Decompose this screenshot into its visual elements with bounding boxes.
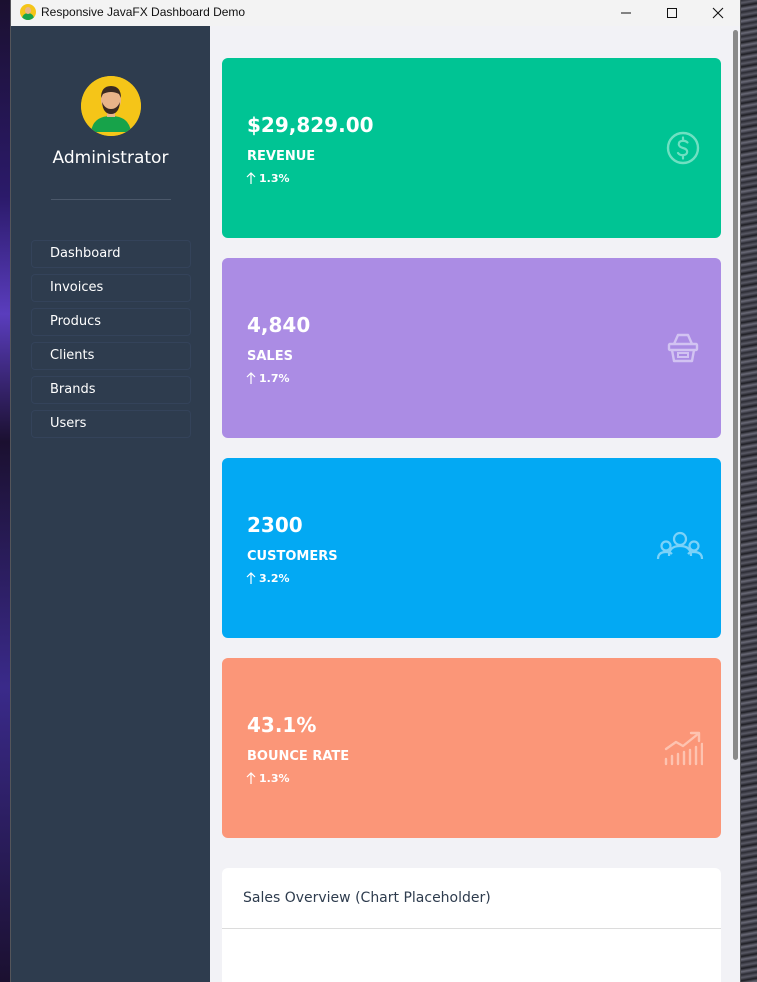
sales-change: 1.7% — [246, 372, 290, 385]
arrow-up-icon — [246, 372, 256, 384]
revenue-change: 1.3% — [246, 172, 290, 185]
close-icon — [712, 7, 724, 19]
bounce-rate-card[interactable]: 43.1% BOUNCE RATE 1.3% — [222, 658, 721, 838]
revenue-value: $29,829.00 — [247, 113, 374, 137]
arrow-up-icon — [246, 572, 256, 584]
scrollbar-thumb[interactable] — [733, 30, 738, 760]
bounce-rate-change: 1.3% — [246, 772, 290, 785]
panel-divider — [222, 928, 721, 929]
sales-card[interactable]: 4,840 SALES 1.7% — [222, 258, 721, 438]
maximize-button[interactable] — [649, 0, 695, 26]
main-content: $29,829.00 REVENUE 1.3% 4,840 SALES 1.7% — [210, 26, 730, 982]
minimize-icon — [621, 12, 631, 14]
sales-overview-title: Sales Overview (Chart Placeholder) — [243, 890, 491, 906]
user-name: Administrator — [52, 148, 169, 168]
desktop-background-right — [741, 0, 757, 982]
sidebar-item-dashboard[interactable]: Dashboard — [31, 240, 191, 268]
app-window: Responsive JavaFX Dashboard Demo Adminis… — [10, 0, 741, 982]
app-avatar-icon — [20, 4, 36, 20]
vertical-scrollbar[interactable] — [730, 26, 740, 982]
customers-label: CUSTOMERS — [247, 549, 338, 564]
minimize-button[interactable] — [603, 0, 649, 26]
revenue-label: REVENUE — [247, 149, 316, 164]
customers-change-value: 3.2% — [259, 572, 290, 585]
sales-overview-panel: Sales Overview (Chart Placeholder) — [222, 868, 721, 982]
bounce-rate-change-value: 1.3% — [259, 772, 290, 785]
arrow-up-icon — [246, 772, 256, 784]
dollar-icon — [666, 131, 700, 165]
sidebar-item-invoices[interactable]: Invoices — [31, 274, 191, 302]
title-bar[interactable]: Responsive JavaFX Dashboard Demo — [11, 0, 740, 26]
sales-change-value: 1.7% — [259, 372, 290, 385]
sidebar-divider — [51, 199, 171, 200]
customers-value: 2300 — [247, 513, 303, 537]
sidebar-item-clients[interactable]: Clients — [31, 342, 191, 370]
bounce-rate-label: BOUNCE RATE — [247, 749, 350, 764]
maximize-icon — [667, 8, 677, 18]
sales-label: SALES — [247, 349, 293, 364]
users-icon — [656, 531, 704, 560]
sidebar: Administrator Dashboard Invoices Producs… — [11, 26, 210, 982]
trending-up-icon — [664, 731, 703, 766]
revenue-card[interactable]: $29,829.00 REVENUE 1.3% — [222, 58, 721, 238]
window-title: Responsive JavaFX Dashboard Demo — [41, 5, 246, 19]
close-button[interactable] — [695, 0, 741, 26]
sidebar-item-users[interactable]: Users — [31, 410, 191, 438]
bounce-rate-value: 43.1% — [247, 713, 317, 737]
customers-change: 3.2% — [246, 572, 290, 585]
user-avatar-icon — [81, 76, 141, 136]
sales-value: 4,840 — [247, 313, 311, 337]
revenue-change-value: 1.3% — [259, 172, 290, 185]
sidebar-item-products[interactable]: Producs — [31, 308, 191, 336]
arrow-up-icon — [246, 172, 256, 184]
sidebar-item-brands[interactable]: Brands — [31, 376, 191, 404]
basket-icon — [667, 333, 699, 363]
customers-card[interactable]: 2300 CUSTOMERS 3.2% — [222, 458, 721, 638]
